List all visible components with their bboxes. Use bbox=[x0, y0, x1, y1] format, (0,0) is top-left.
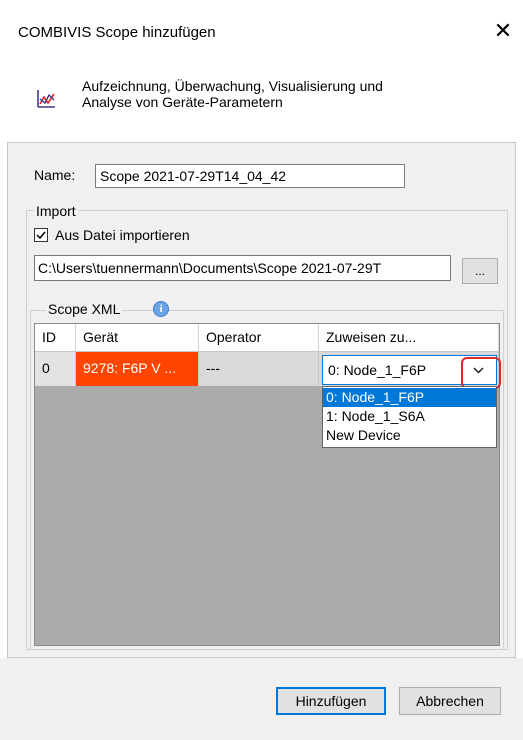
column-header-operator[interactable]: Operator bbox=[199, 324, 319, 352]
dialog-title: COMBIVIS Scope hinzufügen bbox=[18, 24, 216, 41]
column-header-id[interactable]: ID bbox=[35, 324, 76, 352]
cell-device: 9278: F6P V ... bbox=[76, 352, 199, 386]
import-group-label: Import bbox=[34, 203, 78, 219]
import-checkbox[interactable] bbox=[34, 228, 48, 242]
name-label: Name: bbox=[34, 167, 76, 183]
info-icon[interactable]: i bbox=[153, 301, 169, 317]
import-checkbox-label[interactable]: Aus Datei importieren bbox=[55, 227, 190, 243]
dialog-description: Aufzeichnung, Überwachung, Visualisierun… bbox=[82, 78, 502, 110]
cancel-button[interactable]: Abbrechen bbox=[399, 687, 501, 715]
name-input[interactable]: Scope 2021-07-29T14_04_42 bbox=[95, 164, 405, 188]
dropdown-option-node-1-f6p[interactable]: 0: Node_1_F6P bbox=[323, 388, 496, 407]
close-button[interactable]: ✕ bbox=[492, 20, 514, 42]
chart-line-icon bbox=[37, 90, 55, 108]
add-button[interactable]: Hinzufügen bbox=[276, 687, 386, 715]
dropdown-option-new-device[interactable]: New Device bbox=[323, 426, 496, 445]
dropdown-list: 0: Node_1_F6P 1: Node_1_S6A New Device bbox=[322, 386, 497, 448]
column-header-assign[interactable]: Zuweisen zu... bbox=[319, 324, 499, 352]
dropdown-highlight-marker bbox=[461, 357, 501, 389]
column-header-device[interactable]: Gerät bbox=[76, 324, 199, 352]
close-icon: ✕ bbox=[493, 18, 513, 43]
file-path-input[interactable]: C:\Users\tuennermann\Documents\Scope 202… bbox=[34, 255, 451, 281]
cell-operator: --- bbox=[199, 352, 319, 386]
cell-id: 0 bbox=[35, 352, 76, 386]
dropdown-option-node-1-s6a[interactable]: 1: Node_1_S6A bbox=[323, 407, 496, 426]
combobox-value: 0: Node_1_F6P bbox=[328, 362, 427, 378]
description-line-2: Analyse von Geräte-Parametern bbox=[82, 94, 283, 110]
scope-xml-label: Scope XML bbox=[46, 301, 123, 317]
checkmark-icon bbox=[36, 231, 46, 240]
browse-button[interactable]: ... bbox=[462, 258, 498, 284]
description-line-1: Aufzeichnung, Überwachung, Visualisierun… bbox=[82, 78, 383, 94]
